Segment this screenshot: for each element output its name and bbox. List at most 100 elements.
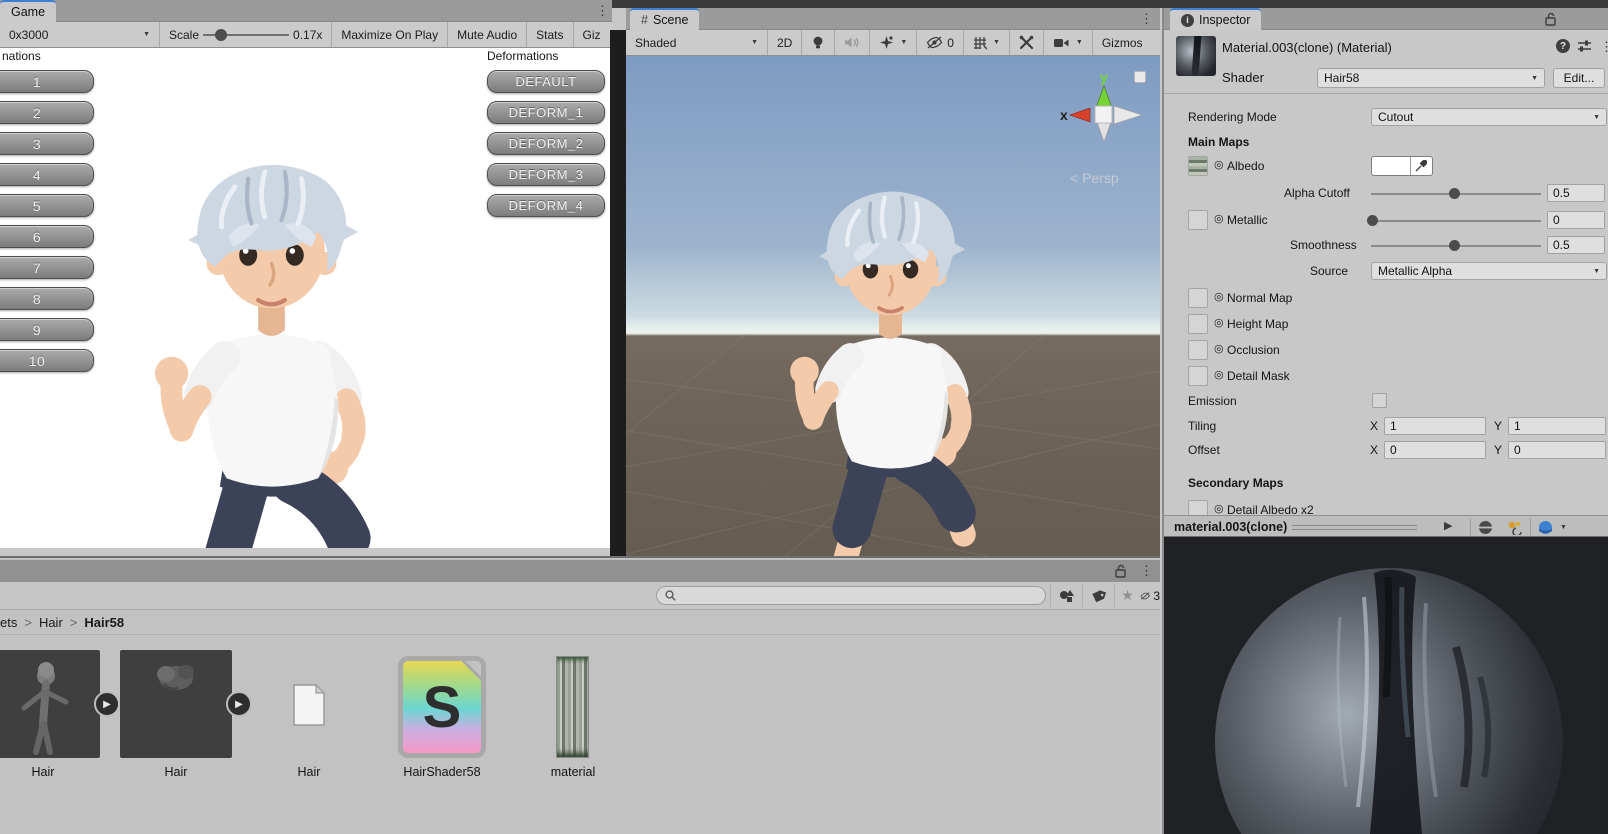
tab-inspector[interactable]: i Inspector [1170,8,1262,30]
preview-lighting-icon[interactable] [1507,520,1523,535]
metallic-slider-thumb[interactable] [1367,215,1378,226]
material-preview-area[interactable] [1164,537,1608,834]
metallic-texture-slot[interactable] [1188,210,1208,230]
game-view[interactable]: nations 1 2 3 4 5 6 7 8 9 10 Deformation… [0,48,610,548]
mute-audio-button[interactable]: Mute Audio [448,22,528,47]
game-scale-slider-thumb[interactable] [215,28,228,41]
breadcrumb-assets[interactable]: ets [0,615,17,630]
scene-lock-icon[interactable] [1134,71,1146,83]
breadcrumb-hair58[interactable]: Hair58 [84,615,124,630]
shader-edit-button[interactable]: Edit... [1553,68,1605,88]
deformation-button-2[interactable]: DEFORM_2 [487,132,605,155]
tab-scene[interactable]: # Scene [630,8,700,30]
scene-gizmos-dropdown[interactable]: Gizmos [1093,30,1152,55]
scene-audio-toggle[interactable] [835,30,871,55]
texture-picker-icon[interactable]: ◎ [1214,344,1224,355]
asset-thumbnail-model[interactable] [0,650,100,758]
albedo-color-swatch[interactable] [1371,156,1433,176]
scene-hidden-toggle[interactable]: 0 [917,30,964,55]
scene-orientation-gizmo[interactable]: y x [1058,68,1146,160]
game-resolution-dropdown[interactable]: 0x3000 ▼ [0,22,160,47]
animation-button-10[interactable]: 10 [0,349,94,372]
shader-dropdown[interactable]: Hair58 ▼ [1317,68,1545,88]
scene-effects-dropdown[interactable]: ▼ [870,30,918,55]
tab-game[interactable]: Game [0,0,57,22]
breadcrumb-hair[interactable]: Hair [39,615,63,630]
offset-x-field[interactable]: 0 [1384,441,1486,459]
unlock-icon[interactable] [1114,564,1127,578]
scene-menu-icon[interactable]: ⋮ [1140,10,1153,28]
panel-divider[interactable] [610,30,626,556]
chevron-down-icon[interactable]: ▼ [1560,524,1567,531]
animation-button-4[interactable]: 4 [0,163,94,186]
texture-picker-icon[interactable]: ◎ [1214,318,1224,329]
texture-picker-icon[interactable]: ◎ [1214,160,1224,171]
material-menu-icon[interactable]: ⋮ [1600,38,1608,56]
favorites-button[interactable]: ★ [1114,584,1140,607]
alpha-cutoff-slider-thumb[interactable] [1449,188,1460,199]
asset-expand-arrow[interactable]: ▶ [226,691,252,717]
texture-picker-icon[interactable]: ◎ [1214,214,1224,225]
offset-y-field[interactable]: 0 [1508,441,1606,459]
project-search[interactable] [656,586,1046,605]
normal-map-slot[interactable] [1188,288,1208,308]
presets-icon[interactable] [1577,39,1592,53]
search-by-label-button[interactable] [1082,584,1114,607]
scene-tools-button[interactable] [1010,30,1044,55]
animation-button-8[interactable]: 8 [0,287,94,310]
asset-thumbnail-texture[interactable] [556,656,589,758]
rendering-mode-dropdown[interactable]: Cutout ▼ [1371,108,1607,126]
scene-character[interactable] [747,179,1034,556]
asset-label[interactable]: material [530,765,616,779]
preview-play-button[interactable]: ▶ [1444,519,1452,532]
maximize-on-play-button[interactable]: Maximize On Play [332,22,449,47]
detail-mask-slot[interactable] [1188,366,1208,386]
asset-thumbnail-shader[interactable]: S [398,656,486,758]
search-input[interactable] [681,588,1021,603]
metallic-slider[interactable] [1371,220,1541,222]
metallic-value[interactable]: 0 [1547,211,1605,229]
asset-label[interactable]: Hair [0,765,100,779]
deformation-button-1[interactable]: DEFORM_1 [487,101,605,124]
tiling-y-field[interactable]: 1 [1508,417,1606,435]
smoothness-slider-thumb[interactable] [1449,240,1460,251]
preview-sphere-icon[interactable] [1478,520,1493,535]
smoothness-value[interactable]: 0.5 [1547,236,1605,254]
albedo-texture-slot[interactable] [1188,156,1208,176]
animation-button-7[interactable]: 7 [0,256,94,279]
material-preview-header[interactable]: material.003(clone) ▶ ▼ [1164,515,1608,537]
texture-picker-icon[interactable]: ◎ [1214,370,1224,381]
alpha-cutoff-value[interactable]: 0.5 [1547,184,1605,202]
animation-button-2[interactable]: 2 [0,101,94,124]
search-by-type-button[interactable] [1050,584,1082,607]
asset-expand-arrow[interactable]: ▶ [94,691,120,717]
animation-button-1[interactable]: 1 [0,70,94,93]
stats-button[interactable]: Stats [527,22,574,47]
scene-2d-toggle[interactable]: 2D [768,30,803,55]
asset-label[interactable]: Hair [120,765,232,779]
preview-drag-handle[interactable] [1292,525,1417,530]
scene-camera-dropdown[interactable]: ▼ [1044,30,1093,55]
project-menu-icon[interactable]: ⋮ [1140,562,1153,580]
animation-button-6[interactable]: 6 [0,225,94,248]
texture-picker-icon[interactable]: ◎ [1214,292,1224,303]
tiling-x-field[interactable]: 1 [1384,417,1486,435]
unlock-icon[interactable] [1544,12,1557,26]
asset-thumbnail-file[interactable] [292,677,326,733]
scene-shading-dropdown[interactable]: Shaded ▼ [626,30,768,55]
asset-thumbnail-hair-mesh[interactable] [120,650,232,758]
deformation-button-3[interactable]: DEFORM_3 [487,163,605,186]
scene-grid-dropdown[interactable]: ▼ [964,30,1010,55]
game-gizmos-button[interactable]: Giz [574,22,610,47]
asset-label[interactable]: Hair [266,765,352,779]
deformation-button-default[interactable]: DEFAULT [487,70,605,93]
material-thumbnail[interactable] [1176,36,1216,76]
animation-button-5[interactable]: 5 [0,194,94,217]
animation-button-3[interactable]: 3 [0,132,94,155]
texture-picker-icon[interactable]: ◎ [1214,504,1224,515]
scene-view[interactable]: y x < Persp [626,56,1160,556]
eyedropper-icon[interactable] [1414,160,1427,173]
occlusion-slot[interactable] [1188,340,1208,360]
game-scale-slider[interactable] [203,28,290,41]
source-dropdown[interactable]: Metallic Alpha ▼ [1371,262,1607,280]
